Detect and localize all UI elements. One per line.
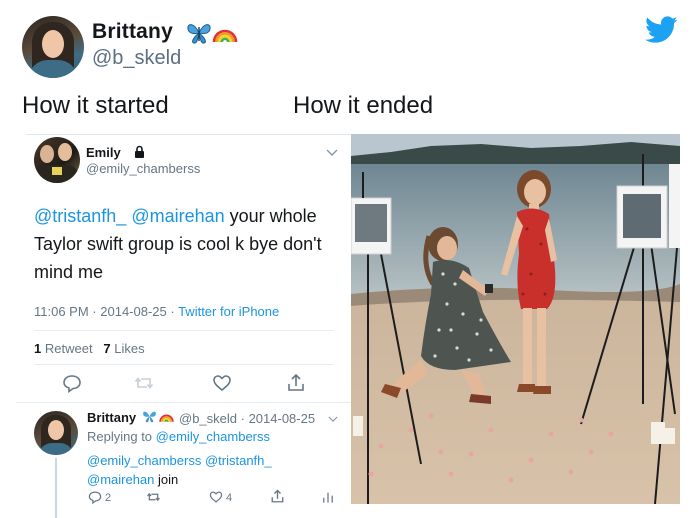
twitter-logo-icon bbox=[645, 16, 678, 43]
share-icon[interactable] bbox=[270, 489, 285, 504]
retweet-label[interactable]: Retweet bbox=[45, 341, 93, 356]
like-count: 4 bbox=[226, 492, 233, 504]
likes-label[interactable]: Likes bbox=[114, 341, 144, 356]
rainbow-icon bbox=[212, 29, 238, 43]
tweet-meta: 11:06 PM · 2014-08-25 · Twitter for iPho… bbox=[34, 304, 280, 319]
thread-line bbox=[55, 458, 57, 518]
proposal-photo bbox=[351, 134, 680, 504]
like-icon[interactable] bbox=[209, 490, 223, 504]
butterfly-icon bbox=[143, 411, 156, 423]
reply-text: join bbox=[154, 472, 179, 487]
profile-avatar[interactable] bbox=[22, 16, 84, 78]
analytics-icon[interactable] bbox=[321, 490, 335, 504]
replying-to-line: Replying to @emily_chamberss bbox=[87, 429, 270, 444]
reply-author-name[interactable]: Brittany bbox=[87, 410, 136, 425]
tweet-author-name[interactable]: Emily bbox=[86, 145, 121, 160]
tweet-text-line2: Taylor swift group is cool k bye don't bbox=[34, 234, 322, 254]
reply-body: @emily_chamberss @tristanfh_ @mairehan j… bbox=[87, 451, 337, 489]
like-icon[interactable] bbox=[212, 373, 232, 393]
caption-how-it-ended: How it ended bbox=[293, 92, 434, 119]
retweet-count[interactable]: 1 bbox=[34, 341, 41, 356]
share-icon[interactable] bbox=[286, 373, 306, 393]
replying-to-prefix: Replying to bbox=[87, 429, 153, 444]
chevron-down-icon[interactable] bbox=[326, 149, 338, 157]
tweet-text-line3: mind me bbox=[34, 262, 104, 282]
rainbow-icon bbox=[159, 414, 174, 422]
reply-icon[interactable] bbox=[62, 373, 82, 393]
tweet-body: @tristanfh_ @mairehan your whole Taylor … bbox=[34, 202, 339, 286]
likes-count[interactable]: 7 bbox=[103, 341, 110, 356]
tweet-date[interactable]: 2014-08-25 bbox=[100, 304, 167, 319]
tweet-mentions[interactable]: @tristanfh_ @mairehan bbox=[34, 206, 225, 226]
tweet-source[interactable]: Twitter for iPhone bbox=[178, 304, 279, 319]
tweet-time[interactable]: 11:06 PM bbox=[34, 304, 89, 319]
replying-to-handle[interactable]: @emily_chamberss bbox=[156, 429, 270, 444]
reply-count: 2 bbox=[105, 492, 112, 504]
retweet-icon[interactable] bbox=[134, 373, 154, 393]
reply-mention-mairehan[interactable]: @mairehan bbox=[87, 472, 154, 487]
profile-name[interactable]: Brittany bbox=[92, 20, 173, 44]
embedded-tweet-screenshot: Emily @emily_chamberss @tristanfh_ @mair… bbox=[16, 134, 351, 518]
reply-handle[interactable]: @b_skeld bbox=[179, 411, 237, 426]
reply-icon[interactable] bbox=[88, 490, 102, 504]
reply-avatar[interactable] bbox=[34, 411, 78, 455]
tweet-stats: 1 Retweet 7 Likes bbox=[34, 341, 145, 356]
tweet-text-line1: your whole bbox=[224, 206, 317, 226]
chevron-down-icon[interactable] bbox=[328, 416, 338, 423]
reply-meta: @b_skeld · 2014-08-25 bbox=[179, 411, 316, 426]
tweet-author-handle[interactable]: @emily_chamberss bbox=[86, 161, 200, 176]
butterfly-icon bbox=[187, 24, 211, 44]
reply-date[interactable]: 2014-08-25 bbox=[249, 411, 316, 426]
emily-avatar[interactable] bbox=[34, 137, 80, 183]
lock-icon bbox=[135, 145, 144, 158]
profile-handle[interactable]: @b_skeld bbox=[92, 47, 181, 70]
reply-mentions[interactable]: @emily_chamberss @tristanfh_ bbox=[87, 453, 272, 468]
retweet-icon[interactable] bbox=[146, 490, 161, 504]
caption-how-it-started: How it started bbox=[22, 92, 169, 119]
